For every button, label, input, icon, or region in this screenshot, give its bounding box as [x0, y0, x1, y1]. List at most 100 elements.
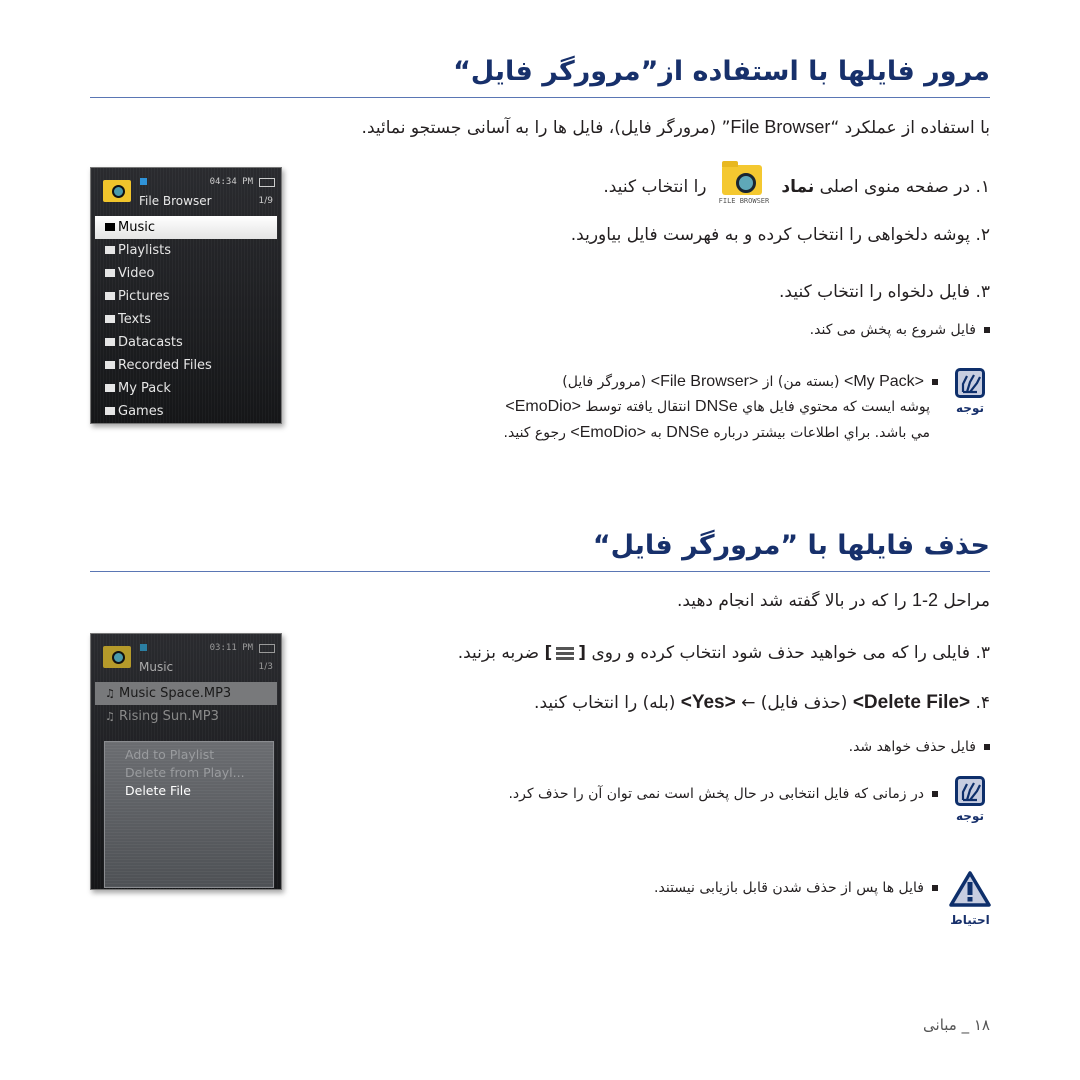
menu-item-delete-file[interactable]: Delete File	[105, 782, 273, 800]
note-indicator: توجه	[952, 776, 988, 823]
step-2: ۲. پوشه دلخواهی را انتخاب کرده و به فهرس…	[570, 225, 990, 245]
bullet-icon	[984, 327, 990, 333]
step-3-delete: ۳. فایلی را که می خواهید حذف شود انتخاب …	[458, 643, 990, 663]
note-text: (بسته من) از	[758, 374, 844, 390]
music-note-icon: ♫	[105, 687, 115, 700]
folder-icon	[105, 315, 115, 323]
folder-search-icon	[103, 180, 131, 202]
device-list-item[interactable]: ♫ Music Space.MP3	[95, 682, 277, 705]
bullet-icon	[932, 379, 938, 385]
device-clock: 04:34 PM	[209, 177, 253, 187]
device-list-item[interactable]: Pictures	[91, 285, 281, 308]
menu-key-icon	[556, 646, 575, 660]
device-list-item[interactable]: Datacasts	[91, 331, 281, 354]
note-text: رجوع کنید.	[503, 425, 571, 441]
note-line-1: <My Pack> (بسته من) از <File Browser> (م…	[562, 373, 938, 391]
section-title-delete: حذف فایلها با ”مرورگر فایل“	[592, 530, 990, 561]
step-3-bullet: فایل شروع به پخش می کند.	[810, 322, 990, 338]
menu-item-add-to-playlist[interactable]: Add to Playlist	[105, 746, 273, 764]
options-popup-menu: Add to Playlist Delete from Playl... Del…	[104, 741, 274, 888]
yes-label: <Yes>	[680, 692, 736, 713]
folder-icon	[105, 292, 115, 300]
battery-icon	[259, 178, 275, 187]
music-note-icon: ♫	[105, 710, 115, 723]
section-divider	[90, 97, 990, 98]
note-line-2: پوشه ایست که محتوي فایل هاي DNSe انتقال …	[505, 398, 930, 416]
step-3: ۳. فایل دلخواه را انتخاب کنید.	[779, 282, 990, 302]
note-text: انتقال یافته توسط	[580, 399, 696, 415]
device-list-item[interactable]: Video	[91, 262, 281, 285]
item-label: Video	[118, 266, 155, 281]
item-label: My Pack	[118, 381, 171, 396]
note-latin: DNSe	[695, 398, 738, 415]
bracket: [	[578, 643, 587, 663]
device-page-indicator: 1/3	[258, 662, 273, 672]
menu-item-delete-from-playlist[interactable]: Delete from Playl...	[105, 764, 273, 782]
caution-label: احتیاط	[950, 913, 990, 927]
folder-icon	[105, 361, 115, 369]
caution-text: فایل ها پس از حذف شدن قابل بازیابی نیستن…	[654, 880, 938, 896]
page-number: ۱۸	[973, 1016, 990, 1034]
icon-caption: FILE BROWSER	[718, 197, 770, 205]
status-indicator-icon	[140, 644, 147, 651]
page-footer: ۱۸ _ مبانی	[923, 1016, 990, 1034]
bullet-text: فایل حذف خواهد شد.	[848, 739, 976, 755]
note-indicator: توجه	[952, 368, 988, 415]
device-list-item[interactable]: Music	[95, 216, 277, 239]
intro-text: با استفاده از عملکرد “File Browser” (مرو…	[362, 117, 990, 138]
note-label: توجه	[956, 809, 984, 823]
section-divider	[90, 571, 990, 572]
note-latin: DNSe	[666, 424, 709, 441]
note-text: به	[645, 425, 667, 441]
bullet-icon	[932, 885, 938, 891]
step-text: ضربه بزنید.	[457, 643, 545, 663]
device-list-item[interactable]: My Pack	[91, 377, 281, 400]
note-icon	[955, 368, 985, 398]
intro-post: ” (مرورگر فایل)، فایل ها را به آسانی جست…	[361, 118, 731, 138]
folder-icon	[105, 223, 115, 231]
step-1-bold: نماد	[781, 177, 815, 197]
note-latin: <My Pack>	[843, 373, 924, 390]
note-latin: <File Browser>	[650, 373, 759, 390]
intro-pre: با استفاده از عملکرد “	[830, 118, 990, 138]
item-label: Music	[118, 220, 155, 235]
delete-file-label: <Delete File>	[852, 692, 971, 713]
device-list-item[interactable]: Playlists	[91, 239, 281, 262]
step-text: را که در بالا گفته شد انجام دهید.	[676, 591, 912, 611]
item-label: Games	[118, 404, 164, 419]
note-text: مي باشد. براي اطلاعات بیشتر درباره	[708, 425, 930, 441]
note-text: (مرورگر فایل)	[562, 374, 651, 390]
step-1-2: مراحل 1-2 را که در بالا گفته شد انجام ده…	[677, 590, 990, 611]
step-latin: 1-2	[911, 590, 938, 610]
warning-icon	[949, 871, 991, 907]
section-title-browse: مرور فایلها با استفاده از”مرورگر فایل“	[453, 56, 990, 87]
note-text: در زمانی که فایل انتخابی در حال پخش است …	[508, 786, 924, 802]
note-text-delete: در زمانی که فایل انتخابی در حال پخش است …	[508, 786, 938, 802]
step-number: ۱.	[970, 177, 990, 197]
step-number: ۴.	[970, 693, 990, 713]
item-label: Datacasts	[118, 335, 183, 350]
step-text: (حذف فایل) ←	[735, 693, 853, 713]
item-label: Texts	[118, 312, 152, 327]
note-text: پوشه ایست که محتوي فایل هاي	[737, 399, 930, 415]
device-header: 04:34 PM File Browser 1/9	[91, 168, 281, 213]
intro-latin: File Browser	[730, 117, 831, 137]
caution-indicator: احتیاط	[948, 870, 992, 927]
note-latin: <EmoDio>	[505, 398, 581, 415]
caution-text-content: فایل ها پس از حذف شدن قابل بازیابی نیستن…	[654, 880, 924, 896]
device-clock: 03:11 PM	[209, 643, 253, 653]
device-list-item[interactable]: Texts	[91, 308, 281, 331]
bullet-text: فایل شروع به پخش می کند.	[809, 322, 976, 338]
device-list-item[interactable]: Recorded Files	[91, 354, 281, 377]
item-label: Recorded Files	[118, 358, 212, 373]
step-1: ۱. در صفحه منوی اصلی نماد FILE BROWSER ر…	[603, 161, 990, 211]
device-list-item[interactable]: ♫ Rising Sun.MP3	[91, 705, 281, 728]
folder-icon	[105, 269, 115, 277]
footer-separator: _	[956, 1016, 974, 1034]
note-line-3: مي باشد. براي اطلاعات بیشتر درباره DNSe …	[504, 424, 930, 442]
note-icon	[955, 776, 985, 806]
file-browser-icon: FILE BROWSER	[718, 161, 770, 211]
device-title: File Browser	[139, 194, 212, 208]
device-list-item[interactable]: Games	[91, 400, 281, 423]
note-latin: <EmoDio>	[570, 424, 646, 441]
